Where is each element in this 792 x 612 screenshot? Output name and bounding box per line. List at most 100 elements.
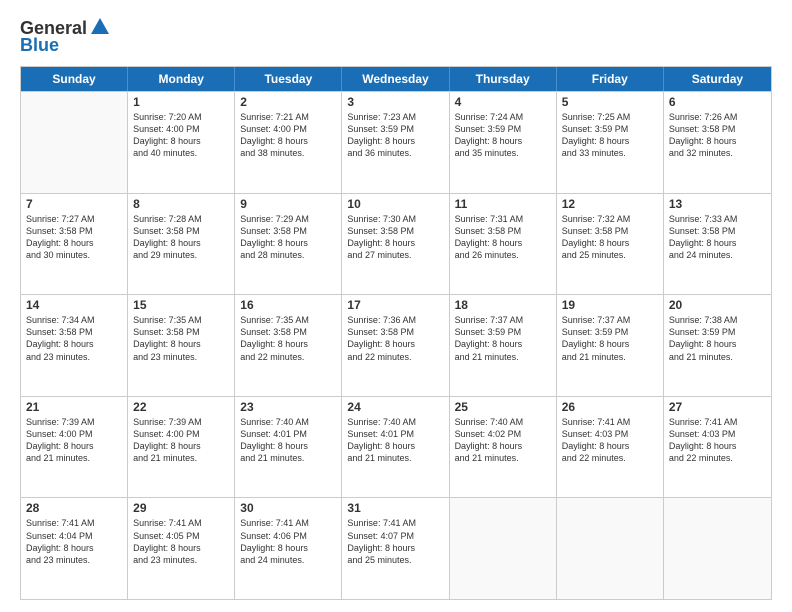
cell-info-line: Sunrise: 7:35 AM (240, 314, 336, 326)
cell-info-line: and 25 minutes. (562, 249, 658, 261)
cell-info-line: Sunset: 4:00 PM (133, 428, 229, 440)
cell-info-line: Sunrise: 7:37 AM (455, 314, 551, 326)
cell-info-line: and 27 minutes. (347, 249, 443, 261)
day-number: 25 (455, 400, 551, 414)
cell-info-line: Sunset: 4:05 PM (133, 530, 229, 542)
cal-week-3: 14Sunrise: 7:34 AMSunset: 3:58 PMDayligh… (21, 294, 771, 396)
cal-cell-day-24: 24Sunrise: 7:40 AMSunset: 4:01 PMDayligh… (342, 397, 449, 498)
cell-info-line: Sunset: 3:58 PM (347, 225, 443, 237)
cal-cell-day-22: 22Sunrise: 7:39 AMSunset: 4:00 PMDayligh… (128, 397, 235, 498)
day-number: 11 (455, 197, 551, 211)
day-number: 16 (240, 298, 336, 312)
cell-info-line: and 21 minutes. (455, 452, 551, 464)
cell-info-line: and 22 minutes. (669, 452, 766, 464)
cell-info-line: Daylight: 8 hours (133, 338, 229, 350)
cell-info-line: and 29 minutes. (133, 249, 229, 261)
day-number: 19 (562, 298, 658, 312)
cell-info-line: Daylight: 8 hours (240, 135, 336, 147)
cell-info-line: Sunset: 3:58 PM (562, 225, 658, 237)
cell-info-line: and 21 minutes. (347, 452, 443, 464)
cell-info-line: Sunset: 3:59 PM (669, 326, 766, 338)
cell-info-line: Sunrise: 7:34 AM (26, 314, 122, 326)
cell-info-line: Sunset: 3:59 PM (455, 326, 551, 338)
cell-info-line: Daylight: 8 hours (240, 440, 336, 452)
cell-info-line: Daylight: 8 hours (26, 542, 122, 554)
cell-info-line: and 35 minutes. (455, 147, 551, 159)
cell-info-line: Daylight: 8 hours (669, 135, 766, 147)
cell-info-line: Daylight: 8 hours (240, 542, 336, 554)
cell-info-line: Daylight: 8 hours (347, 237, 443, 249)
cell-info-line: Sunrise: 7:25 AM (562, 111, 658, 123)
cell-info-line: Sunrise: 7:21 AM (240, 111, 336, 123)
cell-info-line: Daylight: 8 hours (562, 338, 658, 350)
cell-info-line: and 21 minutes. (133, 452, 229, 464)
cell-info-line: Daylight: 8 hours (133, 440, 229, 452)
cal-cell-day-21: 21 Sunrise: 7:39 AMSunset: 4:00 PMDayligh… (21, 397, 128, 498)
cell-info-line: Sunset: 4:00 PM (240, 123, 336, 135)
cell-info-line: Daylight: 8 hours (26, 338, 122, 350)
header: General Blue (20, 18, 772, 56)
cell-info-line: Sunset: 3:58 PM (240, 326, 336, 338)
cal-cell-day-29: 29Sunrise: 7:41 AMSunset: 4:05 PMDayligh… (128, 498, 235, 599)
cell-info-line: Sunrise: 7:41 AM (562, 416, 658, 428)
cal-week-5: 28Sunrise: 7:41 AMSunset: 4:04 PMDayligh… (21, 497, 771, 599)
cell-info-line: Sunrise: 7:20 AM (133, 111, 229, 123)
cell-info-line: Daylight: 8 hours (347, 338, 443, 350)
cal-cell-day-31: 31Sunrise: 7:41 AMSunset: 4:07 PMDayligh… (342, 498, 449, 599)
day-number: 8 (133, 197, 229, 211)
cell-info-line: and 21 minutes. (669, 351, 766, 363)
cell-info-line: Sunrise: 7:41 AM (347, 517, 443, 529)
day-number: 5 (562, 95, 658, 109)
cell-info-line: Sunrise: 7:28 AM (133, 213, 229, 225)
cell-info-line: Sunset: 3:59 PM (562, 326, 658, 338)
cell-info-line: Sunset: 4:00 PM (26, 428, 122, 440)
day-number: 14 (26, 298, 122, 312)
cell-info-line: Daylight: 8 hours (562, 440, 658, 452)
cell-info-line: and 25 minutes. (347, 554, 443, 566)
cell-info-line: Sunrise: 7:36 AM (347, 314, 443, 326)
day-number: 28 (26, 501, 122, 515)
cell-info-line: Daylight: 8 hours (26, 237, 122, 249)
day-number: 1 (133, 95, 229, 109)
cell-info-line: Sunrise: 7:39 AM (26, 416, 122, 428)
cal-cell-day-20: 20 Sunrise: 7:38 AMSunset: 3:59 PMDayligh… (664, 295, 771, 396)
cal-cell-day-16: 16Sunrise: 7:35 AMSunset: 3:58 PMDayligh… (235, 295, 342, 396)
day-number: 9 (240, 197, 336, 211)
cal-header-friday: Friday (557, 67, 664, 91)
day-number: 29 (133, 501, 229, 515)
cell-info-line: and 23 minutes. (133, 351, 229, 363)
cell-info-line: Sunrise: 7:38 AM (669, 314, 766, 326)
cell-info-line: Daylight: 8 hours (347, 135, 443, 147)
cal-cell-day-25: 25Sunrise: 7:40 AMSunset: 4:02 PMDayligh… (450, 397, 557, 498)
cal-week-4: 21Sunrise: 7:39 AMSunset: 4:00 PMDayligh… (21, 396, 771, 498)
cell-info-line: Daylight: 8 hours (669, 237, 766, 249)
cell-info-line: Sunrise: 7:41 AM (133, 517, 229, 529)
day-number: 20 (669, 298, 766, 312)
day-number: 15 (133, 298, 229, 312)
cal-cell-day-5: 5Sunrise: 7:25 AMSunset: 3:59 PMDaylight… (557, 92, 664, 193)
cal-cell-day-1: 1Sunrise: 7:20 AMSunset: 4:00 PMDaylight… (128, 92, 235, 193)
cell-info-line: and 32 minutes. (669, 147, 766, 159)
cell-info-line: Daylight: 8 hours (669, 440, 766, 452)
day-number: 21 (26, 400, 122, 414)
cell-info-line: Sunset: 3:58 PM (133, 225, 229, 237)
day-number: 17 (347, 298, 443, 312)
cal-header-sunday: Sunday (21, 67, 128, 91)
cell-info-line: Sunset: 4:06 PM (240, 530, 336, 542)
cell-info-line: and 22 minutes. (347, 351, 443, 363)
cal-cell-empty (557, 498, 664, 599)
cal-header-thursday: Thursday (450, 67, 557, 91)
cell-info-line: Sunset: 3:58 PM (26, 326, 122, 338)
cell-info-line: Sunset: 3:59 PM (455, 123, 551, 135)
cell-info-line: Daylight: 8 hours (26, 440, 122, 452)
day-number: 31 (347, 501, 443, 515)
cal-cell-day-8: 8Sunrise: 7:28 AMSunset: 3:58 PMDaylight… (128, 194, 235, 295)
cell-info-line: Sunrise: 7:30 AM (347, 213, 443, 225)
cell-info-line: and 21 minutes. (240, 452, 336, 464)
day-number: 18 (455, 298, 551, 312)
cell-info-line: Sunrise: 7:23 AM (347, 111, 443, 123)
cal-cell-day-11: 11Sunrise: 7:31 AMSunset: 3:58 PMDayligh… (450, 194, 557, 295)
cell-info-line: Daylight: 8 hours (669, 338, 766, 350)
cell-info-line: Daylight: 8 hours (455, 135, 551, 147)
day-number: 3 (347, 95, 443, 109)
